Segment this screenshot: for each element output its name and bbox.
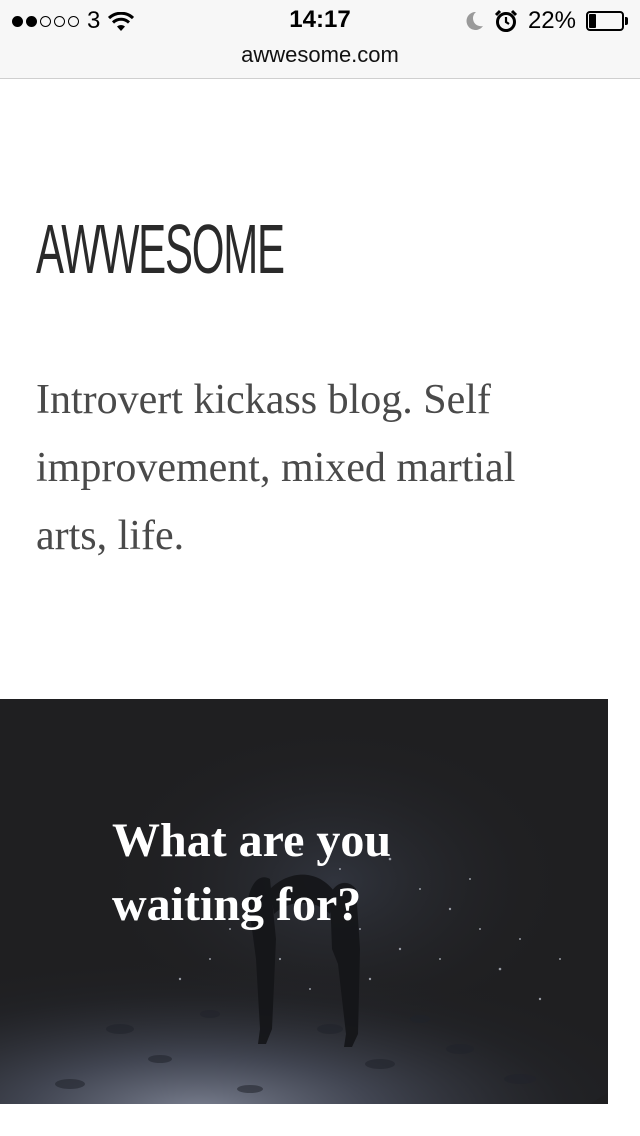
battery-nub: [625, 17, 628, 25]
battery-icon: [586, 11, 630, 31]
alarm-icon: [494, 9, 518, 33]
address-bar-url[interactable]: awwesome.com: [241, 42, 399, 67]
site-tagline: Introvert kickass blog. Self improvement…: [36, 377, 516, 559]
battery-percent: 22%: [527, 7, 576, 34]
status-right: 22%: [464, 7, 630, 35]
moon-icon: [464, 10, 484, 32]
battery-fill: [589, 14, 596, 28]
address-bar[interactable]: awwesome.com: [0, 40, 640, 79]
hero-title[interactable]: What are you waiting for?: [112, 809, 512, 937]
site-logo[interactable]: AWWESOME: [36, 214, 285, 284]
hero-card[interactable]: What are you waiting for?: [0, 699, 608, 1104]
status-bar: 3 14:17 22%: [0, 0, 640, 40]
